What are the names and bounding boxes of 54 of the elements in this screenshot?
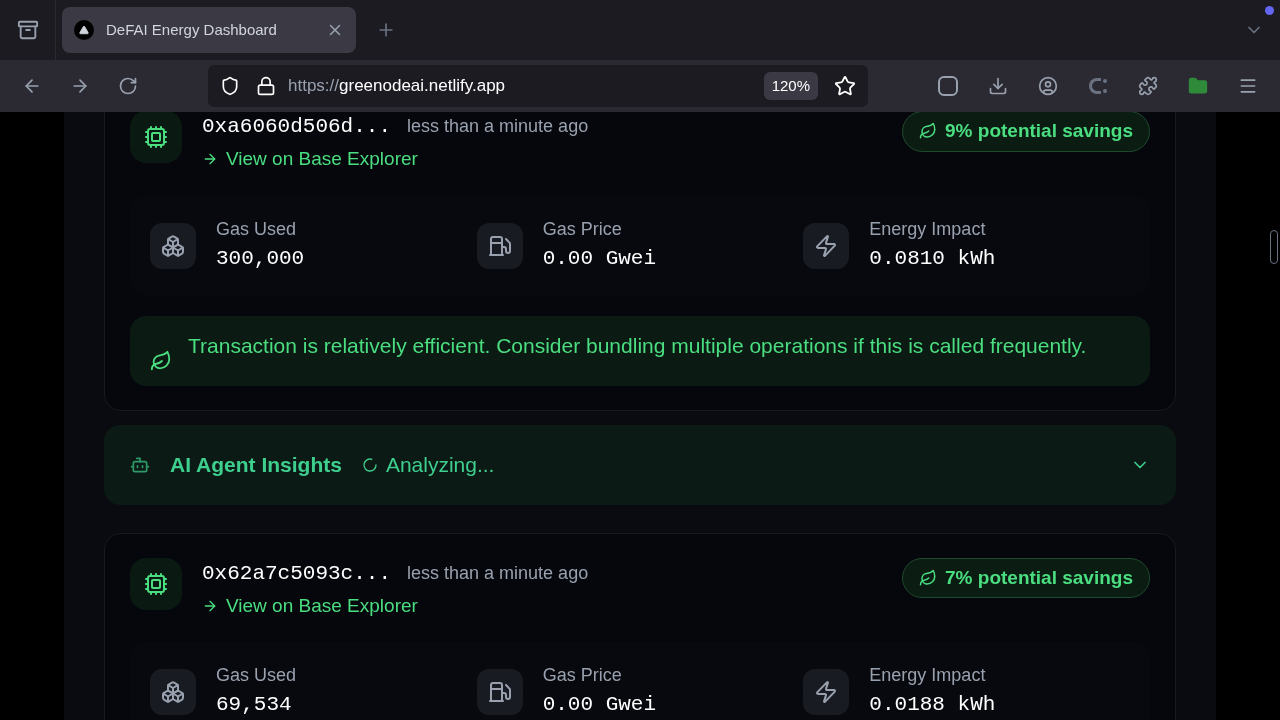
tab-title: DeFAI Energy Dashboard <box>106 19 278 40</box>
savings-badge: 9% potential savings <box>902 112 1150 152</box>
menu-icon[interactable] <box>1238 76 1258 96</box>
stat-label: Gas Used <box>216 217 298 241</box>
stat-value: 0.0810 kWh <box>869 245 996 272</box>
cubes-icon <box>161 680 185 704</box>
stat-value: 0.00 Gwei <box>542 692 657 718</box>
puzzle-icon[interactable] <box>1138 76 1158 96</box>
spinner-icon <box>361 456 378 473</box>
site-logo-icon <box>74 20 94 40</box>
stat-label: Energy Impact <box>869 217 987 241</box>
transaction-time: less than a minute ago <box>407 561 589 585</box>
stat-label: Energy Impact <box>869 664 987 687</box>
transaction-time: less than a minute ago <box>407 115 589 138</box>
tab-tray-icon[interactable] <box>16 19 39 41</box>
stat-value: 0.00 Gwei <box>542 245 657 272</box>
stat-label: Gas Price <box>542 664 623 687</box>
chip-icon <box>144 125 168 149</box>
leaf-icon <box>919 568 938 587</box>
savings-badge: 7% potential savings <box>902 557 1150 598</box>
lightning-icon <box>814 233 839 258</box>
fuel-pump-icon <box>487 680 512 704</box>
stat-value: 69,534 <box>216 692 293 718</box>
star-icon[interactable] <box>834 75 856 97</box>
stat-label: Gas Price <box>542 217 623 241</box>
extension-icon[interactable] <box>1088 76 1108 96</box>
fuel-pump-icon <box>487 233 512 258</box>
chip-icon <box>144 571 168 596</box>
insights-header[interactable]: AI Agent Insights Analyzing... <box>104 424 1176 505</box>
account-icon[interactable] <box>1038 76 1058 96</box>
shield-icon <box>220 76 240 96</box>
insights-title: AI Agent Insights <box>170 451 342 478</box>
transaction-hash: 0x62a7c5093c... <box>202 560 392 587</box>
pocket-icon[interactable] <box>938 76 958 96</box>
explorer-link[interactable]: View on Base Explorer <box>202 591 589 620</box>
stat-label: Gas Used <box>216 664 297 687</box>
folder-icon[interactable] <box>1188 76 1208 96</box>
leaf-icon <box>150 349 172 372</box>
tip-text: Transaction is relatively efficient. Consider bundling multiple operations if this is called frequently. <box>188 332 1087 359</box>
url-text: https://greenodeai.netlify.app <box>288 75 507 98</box>
browser-tab[interactable]: DeFAI Energy Dashboard <box>62 7 356 53</box>
leaf-icon <box>919 122 938 141</box>
zoom-level[interactable]: 120% <box>763 71 818 101</box>
explorer-link[interactable]: View on Base Explorer <box>202 145 589 174</box>
cubes-icon <box>161 233 185 258</box>
reload-icon[interactable] <box>118 76 138 96</box>
transaction-hash: 0xa6060d506d... <box>202 114 392 140</box>
lock-icon <box>256 76 276 96</box>
insights-status: Analyzing... <box>385 451 495 478</box>
download-icon[interactable] <box>988 76 1008 96</box>
stat-value: 300,000 <box>216 245 305 272</box>
stat-value: 0.0188 kWh <box>869 692 996 718</box>
address-bar[interactable]: https://greenodeai.netlify.app 120% <box>208 65 868 107</box>
lightning-icon <box>814 680 839 704</box>
